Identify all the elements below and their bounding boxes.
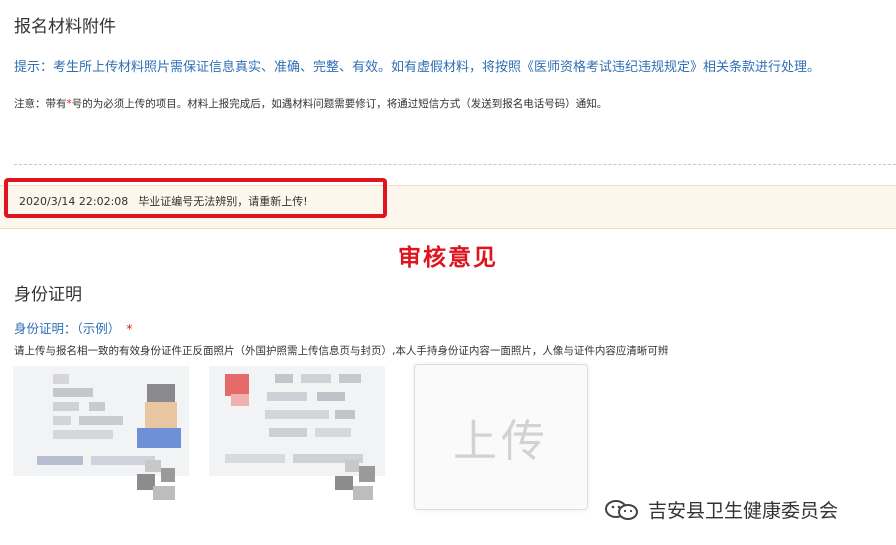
upload-label: 上传: [453, 416, 549, 467]
identity-field-label: 身份证明：（示例） *: [14, 318, 133, 337]
identity-label-text: 身份证明：（示例）: [14, 321, 121, 336]
blur-mask-icon: [335, 460, 375, 500]
review-highlight-box: [4, 178, 387, 218]
watermark-text: 吉安县卫生健康委员会: [648, 500, 839, 522]
notice-text: 注意：带有*号的为必须上传的项目。材料上报完成后，如遇材料问题需要修订，将通过短…: [14, 96, 607, 111]
required-star: *: [126, 321, 133, 336]
upload-hint: 提示：考生所上传材料照片需保证信息真实、准确、完整、有效。如有虚假材料，将按照《…: [14, 60, 821, 75]
wechat-icon: [605, 499, 638, 520]
notice-prefix: 注意：带有: [14, 98, 67, 110]
identity-section-title: 身份证明: [14, 285, 82, 305]
source-watermark: 吉安县卫生健康委员会: [604, 496, 838, 523]
blur-mask-icon: [137, 460, 175, 500]
notice-suffix: 号的为必须上传的项目。材料上报完成后，如遇材料问题需要修订，将通过短信方式（发送…: [71, 98, 608, 110]
divider: [14, 164, 896, 165]
identity-description: 请上传与报名相一致的有效身份证件正反面照片（外国护照需上传信息页与封页）,本人手…: [14, 345, 669, 357]
section-title: 报名材料附件: [14, 17, 116, 37]
upload-button[interactable]: 上传: [414, 364, 588, 510]
review-callout: 审核意见: [398, 245, 498, 271]
